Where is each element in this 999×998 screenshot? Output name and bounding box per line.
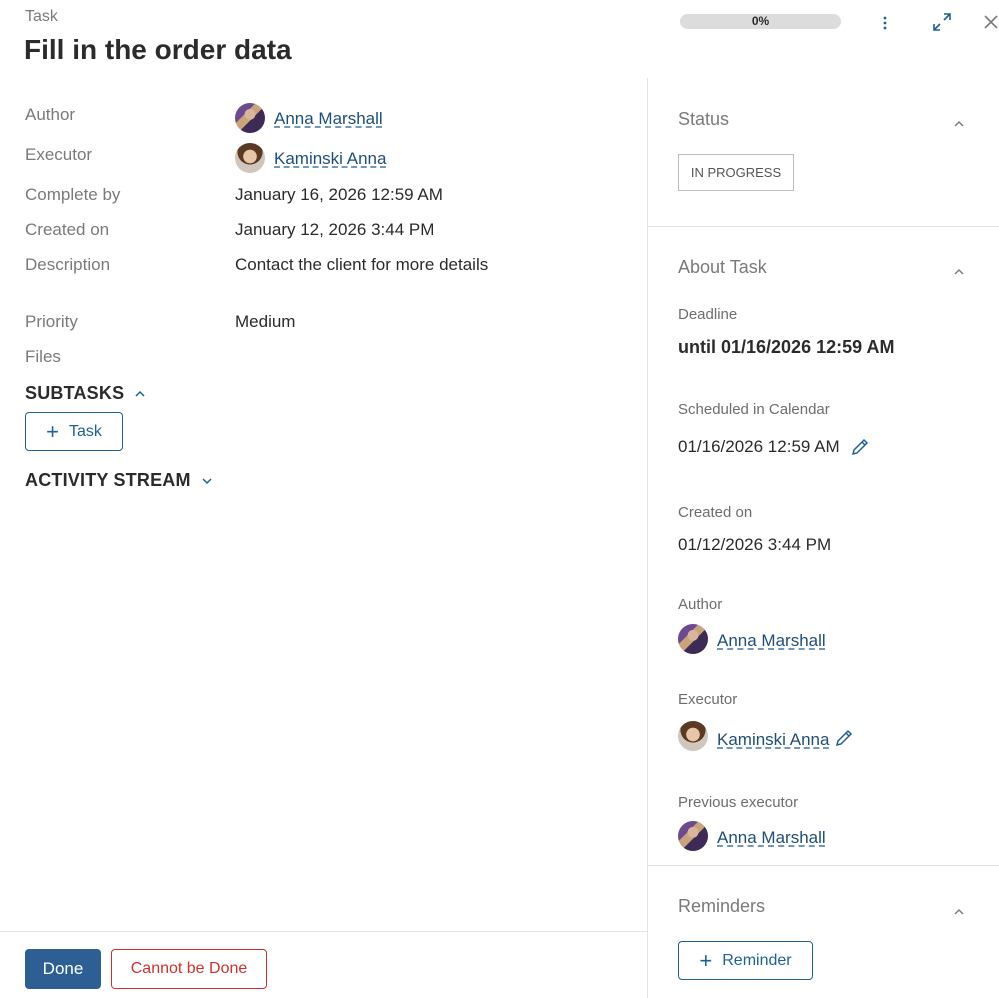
activity-stream-toggle[interactable]: ACTIVITY STREAM: [25, 470, 213, 491]
about-collapse-icon[interactable]: [953, 263, 965, 281]
sidebar-author-link[interactable]: Anna Marshall: [717, 631, 826, 651]
sidebar-author-avatar: [678, 624, 708, 654]
sidebar-executor-avatar: [678, 721, 708, 751]
sidebar-divider: [647, 78, 648, 998]
add-reminder-label: Reminder: [722, 951, 792, 969]
plus-icon: +: [699, 947, 713, 973]
status-badge[interactable]: IN PROGRESS: [678, 154, 794, 191]
add-task-label: Task: [68, 422, 102, 440]
about-task-title: About Task: [678, 257, 767, 277]
author-avatar: [235, 103, 265, 133]
add-task-button[interactable]: + Task: [25, 412, 123, 451]
author-link[interactable]: Anna Marshall: [274, 109, 383, 129]
cannot-be-done-button[interactable]: Cannot be Done: [111, 949, 267, 989]
complete-by-value: January 16, 2026 12:59 AM: [235, 185, 443, 204]
chevron-up-icon: [134, 385, 146, 403]
description-value: Contact the client for more details: [235, 255, 489, 274]
status-section-title: Status: [678, 109, 730, 129]
progress-bar: 0%: [680, 14, 841, 29]
sidebar-executor-link[interactable]: Kaminski Anna: [717, 730, 829, 750]
previous-executor-link[interactable]: Anna Marshall: [717, 828, 826, 848]
task-overline: Task: [25, 8, 58, 25]
more-options-icon[interactable]: [876, 12, 894, 34]
progress-label: 0%: [751, 14, 770, 28]
reminders-collapse-icon[interactable]: [953, 903, 965, 921]
plus-icon: +: [46, 418, 59, 444]
expand-icon[interactable]: [931, 11, 953, 33]
status-divider: [648, 226, 999, 227]
author-label: Author: [25, 105, 76, 124]
chevron-down-icon: [201, 472, 213, 490]
page-title: Fill in the order data: [24, 34, 292, 65]
close-icon[interactable]: [982, 13, 999, 31]
previous-executor-avatar: [678, 821, 708, 851]
about-divider: [648, 865, 999, 866]
files-label: Files: [25, 347, 61, 366]
scheduled-label: Scheduled in Calendar: [678, 401, 830, 418]
created-on-label: Created on: [25, 220, 110, 239]
scheduled-value: 01/16/2026 12:59 AM: [678, 437, 840, 456]
footer-divider: [0, 931, 647, 932]
activity-stream-heading: ACTIVITY STREAM: [25, 470, 191, 490]
previous-executor-label: Previous executor: [678, 794, 799, 811]
edit-scheduled-pencil-icon[interactable]: [849, 436, 871, 458]
deadline-value: until 01/16/2026 12:59 AM: [678, 337, 895, 357]
executor-link[interactable]: Kaminski Anna: [274, 149, 386, 169]
sidebar-author-label: Author: [678, 596, 723, 613]
deadline-label: Deadline: [678, 306, 738, 323]
created-on-value: January 12, 2026 3:44 PM: [235, 220, 435, 239]
reminders-title: Reminders: [678, 896, 766, 916]
created-on-sidebar-label: Created on: [678, 504, 753, 521]
sidebar-executor-label: Executor: [678, 691, 738, 708]
created-on-sidebar-value: 01/12/2026 3:44 PM: [678, 535, 832, 554]
done-label: Done: [42, 959, 84, 978]
subtasks-toggle[interactable]: SUBTASKS: [25, 383, 146, 404]
status-badge-label: IN PROGRESS: [690, 165, 782, 180]
description-label: Description: [25, 255, 111, 274]
executor-avatar: [235, 143, 265, 173]
add-reminder-button[interactable]: + Reminder: [678, 941, 813, 980]
priority-label: Priority: [25, 312, 78, 331]
edit-executor-pencil-icon[interactable]: [833, 727, 855, 749]
cannot-be-done-label: Cannot be Done: [130, 960, 248, 977]
status-collapse-icon[interactable]: [953, 115, 965, 133]
complete-by-label: Complete by: [25, 185, 121, 204]
subtasks-heading: SUBTASKS: [25, 383, 125, 403]
executor-label: Executor: [25, 145, 93, 164]
priority-value: Medium: [235, 312, 296, 331]
done-button[interactable]: Done: [25, 949, 101, 989]
